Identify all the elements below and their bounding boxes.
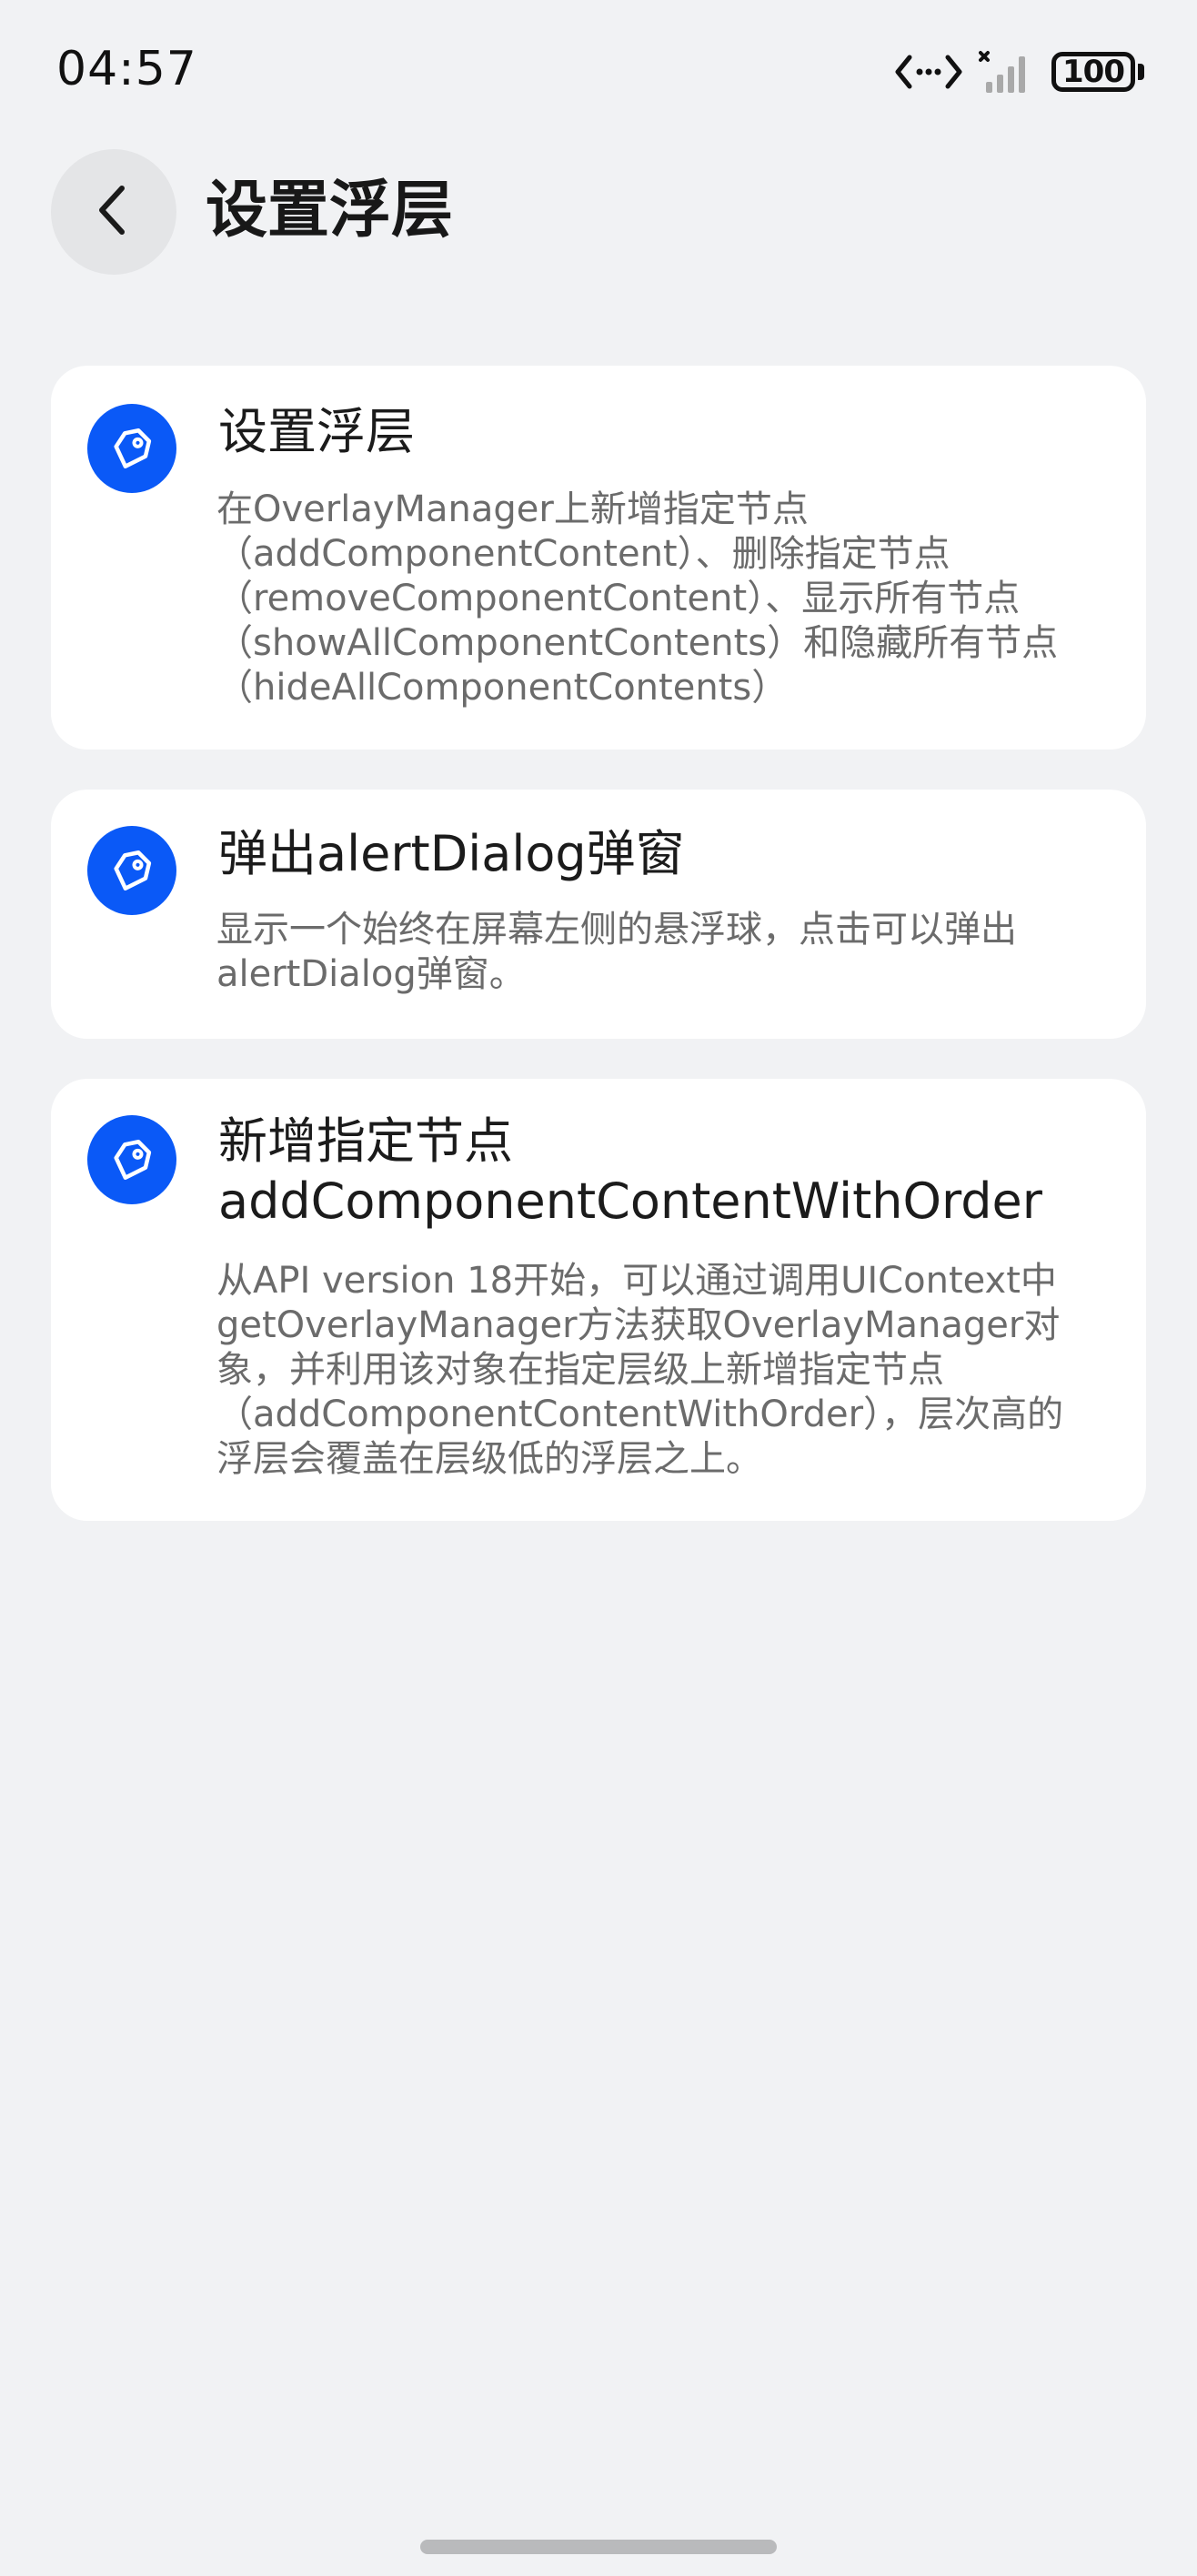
card-title: 新增指定节点 addComponentContentWithOrder <box>218 1112 1042 1230</box>
card-description: 显示一个始终在屏幕左侧的悬浮球，点击可以弹出 alertDialog弹窗。 <box>216 909 1017 995</box>
tag-icon <box>87 826 176 915</box>
battery-level: 100 <box>1051 52 1135 92</box>
status-icons: 100 <box>895 45 1144 98</box>
page-title: 设置浮层 <box>206 175 454 247</box>
card-add-with-order[interactable]: 新增指定节点 addComponentContentWithOrder 从API… <box>51 1079 1146 1521</box>
tag-icon <box>87 1115 176 1204</box>
header: 设置浮层 <box>0 146 1197 277</box>
status-time: 04:57 <box>56 42 197 96</box>
card-set-overlay[interactable]: 设置浮层 在OverlayManager上新增指定节点 （addComponen… <box>51 366 1146 750</box>
battery-indicator: 100 <box>1051 52 1144 92</box>
status-bar: 04:57 100 <box>0 0 1197 136</box>
code-brackets-icon <box>895 52 962 92</box>
signal-icon <box>979 49 1035 95</box>
back-button[interactable] <box>51 149 176 275</box>
card-description: 在OverlayManager上新增指定节点 （addComponentCont… <box>216 488 1059 709</box>
battery-nub <box>1138 64 1144 80</box>
card-title: 设置浮层 <box>218 403 415 460</box>
home-indicator[interactable] <box>420 2540 777 2554</box>
card-description: 从API version 18开始，可以通过调用UIContext中 getOv… <box>216 1260 1064 1480</box>
card-title: 弹出alertDialog弹窗 <box>218 825 685 882</box>
chevron-left-icon <box>91 183 136 241</box>
tag-icon <box>87 404 176 493</box>
card-alert-dialog[interactable]: 弹出alertDialog弹窗 显示一个始终在屏幕左侧的悬浮球，点击可以弹出 a… <box>51 790 1146 1039</box>
